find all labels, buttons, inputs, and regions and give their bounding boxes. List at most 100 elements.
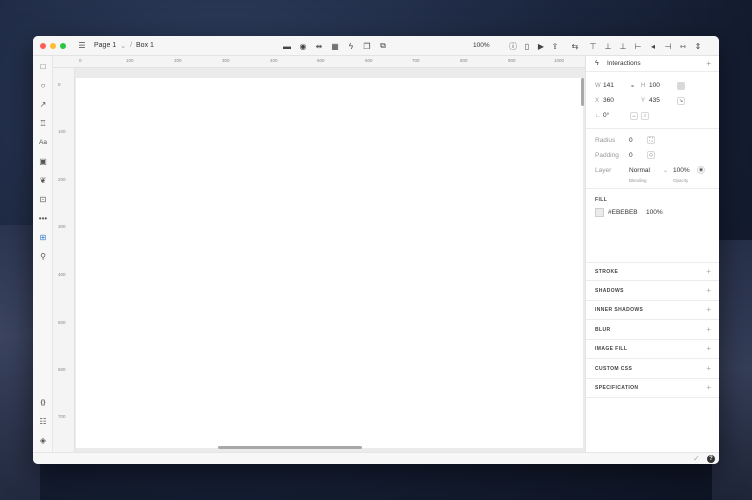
position-icon[interactable]: ↘	[677, 97, 685, 105]
stroke-section[interactable]: STROKE +	[586, 262, 719, 281]
checkmark-icon[interactable]: ✓	[693, 454, 700, 463]
stack-icon[interactable]: ◈	[37, 434, 49, 446]
ruler-tick-label: 400	[58, 272, 66, 277]
corner-radius-icon[interactable]: ⛶	[647, 136, 655, 144]
horizontal-scrollbar[interactable]	[218, 446, 362, 449]
blending-select[interactable]: Normal	[629, 167, 650, 174]
ruler-tick-label: 700	[412, 58, 420, 63]
device-icon[interactable]: ▯	[521, 40, 533, 52]
specification-section[interactable]: SPECIFICATION +	[586, 379, 719, 398]
fill-opacity-field[interactable]: 100%	[646, 209, 663, 216]
breadcrumb-page[interactable]: Page 1	[94, 42, 116, 49]
add-interaction-icon[interactable]: +	[706, 59, 711, 68]
y-field[interactable]: 435	[649, 97, 660, 104]
left-toolbar: □ ○ ↗ ♖ Aa ▣ ❦ ⊡ ••• ⊞ ⚲ {} ☷ ◈	[33, 56, 53, 452]
width-field[interactable]: 141	[603, 82, 614, 89]
bolt-icon: ϟ	[595, 60, 599, 67]
ruler-tick-label: 200	[58, 177, 66, 182]
align-bottom-icon[interactable]: ⊥	[617, 40, 629, 52]
x-field[interactable]: 360	[603, 97, 614, 104]
component-icon[interactable]: ◉	[297, 40, 309, 52]
eye-icon[interactable]: ◉	[697, 166, 705, 174]
bolt-icon[interactable]: ϟ	[345, 40, 357, 52]
help-icon[interactable]: ?	[707, 455, 715, 463]
radius-field[interactable]: 0	[629, 137, 633, 144]
distribute-vertical-icon[interactable]: ⇕	[692, 40, 704, 52]
height-field[interactable]: 100	[649, 82, 660, 89]
oval-tool-icon[interactable]: ○	[37, 79, 49, 91]
add-custom-css-icon[interactable]: +	[706, 364, 711, 373]
blending-caption: Blending	[629, 178, 647, 183]
distribute-horizontal-icon[interactable]: ⇿	[677, 40, 689, 52]
align-center-icon[interactable]: ◂	[647, 40, 659, 52]
divider	[586, 188, 719, 189]
add-blur-icon[interactable]: +	[706, 325, 711, 334]
code-tool-icon[interactable]: {}	[37, 396, 49, 408]
line-tool-icon[interactable]: ↗	[37, 98, 49, 110]
flip-horizontal-icon[interactable]: ↔	[630, 112, 638, 120]
fill-section-title: FILL	[595, 197, 608, 203]
interactions-header[interactable]: ϟ Interactions +	[586, 56, 719, 72]
add-image-fill-icon[interactable]: +	[706, 344, 711, 353]
distribute-icon[interactable]: ⇆	[569, 40, 581, 52]
ruler-tick-label: 700	[58, 414, 66, 419]
align-top-icon[interactable]: ⊤	[587, 40, 599, 52]
chevron-down-icon[interactable]: ⌄	[120, 42, 126, 50]
add-stroke-icon[interactable]: +	[706, 267, 711, 276]
layers-tree-icon[interactable]: ☷	[37, 415, 49, 427]
center-toolbar: ▬ ◉ ⇹ ▦ ϟ ❐ ⧉	[281, 40, 389, 52]
layout-icon[interactable]: ⇹	[313, 40, 325, 52]
shadows-section[interactable]: SHADOWS +	[586, 282, 719, 301]
add-shadow-icon[interactable]: +	[706, 286, 711, 295]
image-tool-icon[interactable]: ▣	[37, 155, 49, 167]
link-dimensions-icon[interactable]: ⚭	[630, 83, 635, 90]
add-specification-icon[interactable]: +	[706, 383, 711, 392]
play-icon[interactable]: ▶	[535, 40, 547, 52]
component-tool-icon[interactable]: ♖	[37, 117, 49, 129]
ruler-tick-label: 100	[126, 58, 134, 63]
image-fill-section[interactable]: IMAGE FILL +	[586, 340, 719, 359]
info-icon[interactable]: ⓘ	[507, 40, 519, 52]
folder-icon[interactable]: ▬	[281, 40, 293, 52]
text-tool-icon[interactable]: Aa	[37, 136, 49, 148]
add-inner-shadow-icon[interactable]: +	[706, 305, 711, 314]
artboard[interactable]	[76, 78, 583, 448]
breadcrumb-separator: /	[130, 42, 133, 49]
duplicate-icon[interactable]: ❐	[361, 40, 373, 52]
fill-color-swatch[interactable]	[595, 208, 604, 217]
embed-tool-icon[interactable]: ⊡	[37, 193, 49, 205]
chevron-down-icon[interactable]: ⌄	[663, 167, 668, 174]
rectangle-tool-icon[interactable]: □	[37, 60, 49, 72]
padding-sides-icon[interactable]: ◇	[647, 151, 655, 159]
close-window-button[interactable]	[40, 42, 46, 49]
zoom-level[interactable]: 100%	[473, 42, 490, 49]
breadcrumb-element[interactable]: Box 1	[136, 42, 154, 49]
grid-icon[interactable]: ▦	[329, 40, 341, 52]
custom-css-section[interactable]: CUSTOM CSS +	[586, 360, 719, 379]
canvas[interactable]	[75, 68, 585, 452]
padding-field[interactable]: 0	[629, 152, 633, 159]
fill-hex-field[interactable]: #EBEBEB	[608, 209, 638, 216]
status-bar: ✓ ?	[33, 452, 719, 464]
align-left-icon[interactable]: ⊢	[632, 40, 644, 52]
more-tools-icon[interactable]: •••	[37, 212, 49, 224]
flip-vertical-icon[interactable]: ↕	[641, 112, 649, 120]
layout-tool-icon[interactable]: ⊞	[37, 231, 49, 243]
align-right-icon[interactable]: ⊣	[662, 40, 674, 52]
blur-section[interactable]: BLUR +	[586, 321, 719, 340]
inner-shadows-section[interactable]: INNER SHADOWS +	[586, 301, 719, 320]
zoom-window-button[interactable]	[60, 42, 66, 49]
icon-tool-icon[interactable]: ❦	[37, 174, 49, 186]
vertical-scrollbar[interactable]	[581, 78, 584, 106]
fit-size-icon[interactable]	[677, 82, 685, 90]
resize-icon[interactable]: ⧉	[377, 40, 389, 52]
minimize-window-button[interactable]	[50, 42, 56, 49]
padding-label: Padding	[595, 152, 619, 159]
ruler-tick-label: 300	[58, 224, 66, 229]
rotation-field[interactable]: 0°	[603, 112, 609, 119]
opacity-field[interactable]: 100%	[673, 167, 690, 174]
align-middle-icon[interactable]: ⊥	[602, 40, 614, 52]
search-icon[interactable]: ⚲	[37, 250, 49, 262]
share-icon[interactable]: ⇪	[549, 40, 561, 52]
menu-icon[interactable]: ☰	[76, 40, 88, 52]
